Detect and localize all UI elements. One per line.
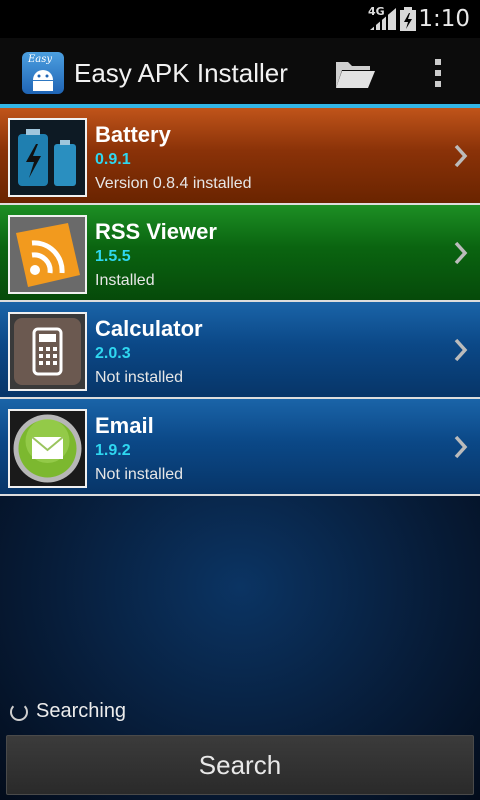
calculator-app-icon <box>8 312 87 391</box>
app-version: 2.0.3 <box>95 345 131 362</box>
list-item-calculator[interactable]: Calculator 2.0.3 Not installed <box>0 302 480 399</box>
app-name: RSS Viewer <box>95 219 217 244</box>
searching-indicator: Searching <box>10 700 126 723</box>
app-name: Battery <box>95 122 171 147</box>
app-logo-icon: Easy <box>22 52 64 94</box>
install-status: Version 0.8.4 installed <box>95 175 252 192</box>
overflow-menu-icon[interactable] <box>428 56 448 92</box>
list-item-email[interactable]: Email 1.9.2 Not installed <box>0 399 480 496</box>
battery-app-icon <box>8 118 87 197</box>
spinner-icon <box>10 702 28 721</box>
chevron-right-icon <box>454 144 468 168</box>
install-status: Not installed <box>95 466 184 483</box>
install-status: Installed <box>95 272 155 289</box>
chevron-right-icon <box>454 338 468 362</box>
app-version: 0.9.1 <box>95 151 131 168</box>
rss-app-icon <box>8 215 87 294</box>
email-app-icon <box>8 409 87 488</box>
signal-icon <box>370 8 396 30</box>
apk-list: Battery 0.9.1 Version 0.8.4 installed RS… <box>0 108 480 496</box>
folder-icon[interactable] <box>334 58 376 90</box>
app-version: 1.5.5 <box>95 248 131 265</box>
battery-icon <box>400 7 416 31</box>
app-logo-text: Easy <box>28 54 53 65</box>
chevron-right-icon <box>454 241 468 265</box>
searching-label: Searching <box>36 700 127 722</box>
app-name: Email <box>95 413 154 438</box>
search-button[interactable]: Search <box>6 735 474 795</box>
app-name: Calculator <box>95 316 203 341</box>
install-status: Not installed <box>95 369 184 386</box>
status-bar: 4G 1:10 <box>0 0 480 38</box>
list-item-rss-viewer[interactable]: RSS Viewer 1.5.5 Installed <box>0 205 480 302</box>
app-title: Easy APK Installer <box>74 58 288 88</box>
action-bar: Easy Easy APK Installer <box>0 38 480 108</box>
app-version: 1.9.2 <box>95 442 131 459</box>
list-item-battery[interactable]: Battery 0.9.1 Version 0.8.4 installed <box>0 108 480 205</box>
clock: 1:10 <box>418 6 470 32</box>
chevron-right-icon <box>454 435 468 459</box>
